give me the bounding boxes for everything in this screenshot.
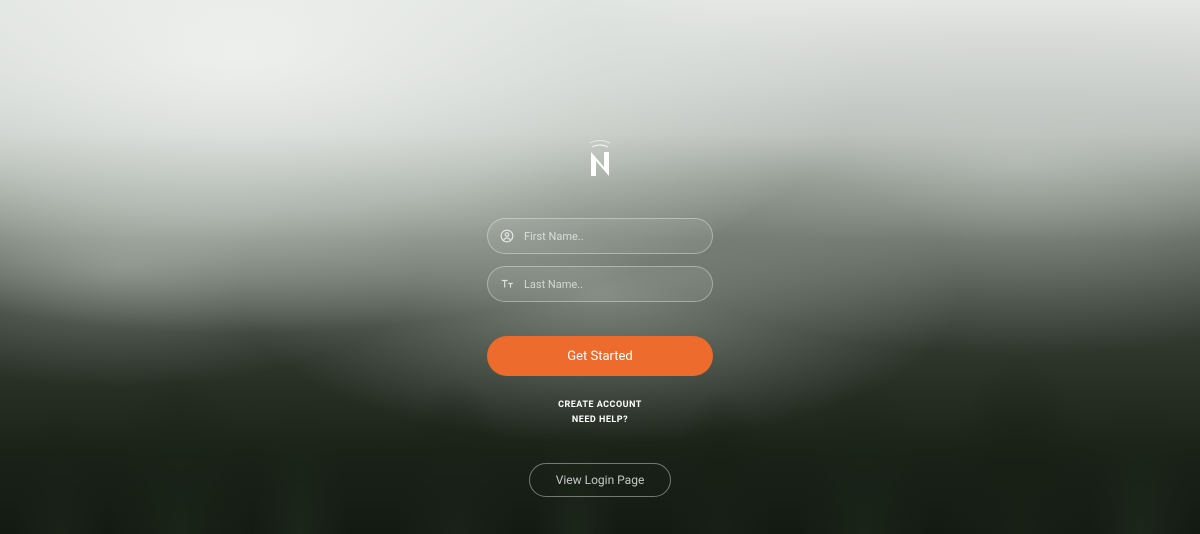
text-type-icon [500, 277, 514, 291]
first-name-input[interactable] [524, 230, 700, 243]
signup-panel: Get Started CREATE ACCOUNT NEED HELP? Vi… [0, 0, 1200, 534]
signup-form [487, 218, 713, 302]
last-name-input-wrap[interactable] [487, 266, 713, 302]
get-started-button[interactable]: Get Started [487, 336, 713, 376]
brand-logo [583, 140, 617, 182]
need-help-link[interactable]: NEED HELP? [572, 415, 628, 425]
logo-n-icon [583, 140, 617, 182]
create-account-link[interactable]: CREATE ACCOUNT [558, 400, 642, 410]
last-name-input[interactable] [524, 278, 700, 291]
first-name-input-wrap[interactable] [487, 218, 713, 254]
view-login-page-button[interactable]: View Login Page [529, 463, 672, 497]
aux-links: CREATE ACCOUNT NEED HELP? [558, 400, 642, 425]
user-circle-icon [500, 229, 514, 243]
